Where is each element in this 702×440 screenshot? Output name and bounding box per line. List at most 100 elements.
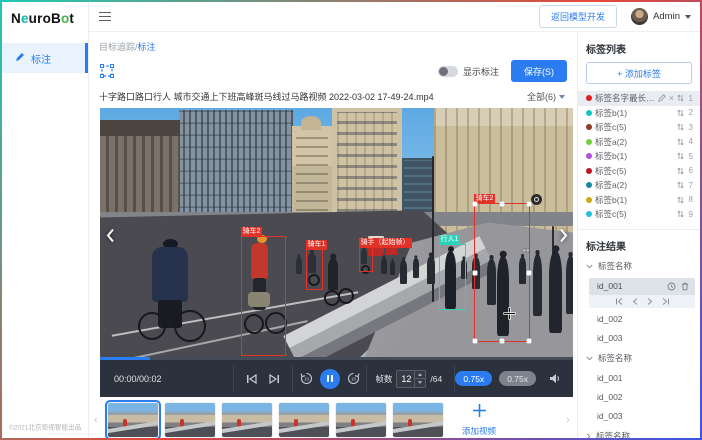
stepper-up-icon[interactable] [415, 371, 425, 380]
main-area: 目标追踪/标注 显示标注 保存( [89, 32, 577, 438]
result-item-selected[interactable]: id_001 [589, 278, 695, 295]
result-group-header[interactable]: 标签名称 [578, 256, 700, 277]
sort-label-icon[interactable] [677, 210, 684, 218]
label-row-icons: 4 [677, 137, 693, 146]
label-color-dot [586, 110, 592, 116]
sidebar-item-annotate[interactable]: 标注 [2, 43, 88, 73]
frame-stepper [414, 371, 425, 387]
show-annotation-toggle[interactable] [438, 66, 458, 77]
skip-to-start-button[interactable] [246, 374, 257, 384]
strip-prev-chevron[interactable]: ‹ [91, 414, 101, 426]
label-color-dot [586, 153, 592, 159]
breadcrumb-current[interactable]: 标注 [138, 42, 156, 52]
speed-pill-inactive[interactable]: 0.75x [499, 371, 536, 386]
delete-label-icon[interactable]: × [669, 94, 674, 102]
next-frame-icon[interactable] [647, 298, 653, 305]
forward-10-button[interactable]: 10 [347, 372, 360, 385]
resize-handle[interactable] [473, 339, 478, 344]
last-frame-icon[interactable] [662, 298, 670, 305]
delete-result-icon[interactable] [681, 282, 689, 291]
result-group-header[interactable]: 标签名称 [578, 426, 700, 439]
replay-10-button[interactable]: 10 [300, 372, 313, 385]
label-row[interactable]: 标签b(1)8 [578, 193, 700, 208]
label-row[interactable]: 标签c(5)9 [578, 207, 700, 222]
result-item[interactable]: id_003 [578, 329, 700, 348]
resize-handle[interactable] [473, 202, 478, 207]
label-index: 9 [687, 210, 693, 219]
edit-label-icon[interactable] [658, 94, 666, 102]
label-row[interactable]: 标签c(5)6 [578, 164, 700, 179]
annotation-bbox[interactable]: 行人1 [439, 244, 466, 310]
add-label-button[interactable]: + 添加标签 [586, 62, 692, 84]
back-to-model-dev-button[interactable]: 返回模型开发 [539, 5, 617, 28]
resize-handle[interactable] [527, 270, 532, 275]
pencil-icon [15, 52, 25, 65]
frame-number-value[interactable]: 12 [397, 374, 414, 384]
svg-text:10: 10 [304, 377, 310, 382]
label-row[interactable]: 标签c(5)3 [578, 120, 700, 135]
label-row[interactable]: 标签a(2)4 [578, 135, 700, 150]
history-icon[interactable] [667, 282, 676, 291]
scene-wheel [338, 288, 354, 304]
stepper-down-icon[interactable] [415, 379, 425, 387]
sort-label-icon[interactable] [677, 152, 684, 160]
rect-select-tool-icon[interactable] [99, 63, 115, 79]
video-thumbnail[interactable] [393, 403, 443, 437]
annotation-bbox[interactable]: 骑手（起始帧） [359, 247, 373, 272]
next-video-chevron[interactable] [556, 224, 570, 246]
sort-label-icon[interactable] [677, 181, 684, 189]
sort-label-icon[interactable] [677, 138, 684, 146]
user-menu[interactable]: Admin [631, 8, 691, 25]
volume-icon[interactable] [549, 373, 561, 384]
annotation-bbox[interactable]: 骑车1 [306, 249, 323, 290]
label-row[interactable]: 标签名字最长数...×1 [578, 91, 700, 106]
first-frame-icon[interactable] [615, 298, 623, 305]
sort-label-icon[interactable] [677, 109, 684, 117]
label-row[interactable]: 标签b(1)2 [578, 106, 700, 121]
chevron-down-icon [586, 264, 593, 269]
video-thumbnail[interactable] [165, 403, 215, 437]
result-item[interactable]: id_002 [578, 388, 700, 407]
label-color-dot [586, 95, 592, 101]
resize-handle[interactable] [500, 202, 505, 207]
box-action-icon[interactable] [531, 194, 542, 205]
strip-next-chevron[interactable]: › [563, 414, 573, 426]
frame-number-input[interactable]: 12 [396, 370, 426, 388]
annotation-bbox[interactable]: 骑车2 [241, 236, 286, 356]
prev-video-chevron[interactable] [103, 224, 117, 246]
sort-label-icon[interactable] [677, 196, 684, 204]
video-thumbnail[interactable] [336, 403, 386, 437]
prev-frame-icon[interactable] [632, 298, 638, 305]
video-thumbnail[interactable] [279, 403, 329, 437]
result-item[interactable]: id_001 [578, 369, 700, 388]
breadcrumb-parent[interactable]: 目标追踪 [99, 42, 135, 52]
video-canvas[interactable]: 骑车2骑车1骑手（起始帧）行人1骑车2 ↔ [100, 108, 573, 357]
label-row[interactable]: 标签a(2)7 [578, 178, 700, 193]
annotation-bbox[interactable]: 骑车2 [474, 203, 530, 342]
scene-person [533, 254, 542, 316]
sort-label-icon[interactable] [677, 167, 684, 175]
result-item[interactable]: id_002 [578, 310, 700, 329]
video-player: 骑车2骑车1骑手（起始帧）行人1骑车2 ↔ 00:00/00:02 [100, 108, 573, 397]
video-thumbnail[interactable] [108, 403, 158, 437]
video-filter-dropdown[interactable]: 全部(6) [527, 90, 565, 103]
label-row-icons: 5 [677, 152, 693, 161]
video-thumbnail[interactable] [222, 403, 272, 437]
menu-collapse-icon[interactable] [99, 12, 111, 22]
resize-handle[interactable] [473, 270, 478, 275]
save-button[interactable]: 保存(S) [511, 60, 567, 82]
label-row[interactable]: 标签b(1)5 [578, 149, 700, 164]
logo-letter: e [21, 11, 29, 26]
resize-handle[interactable] [500, 339, 505, 344]
resize-handle[interactable] [527, 339, 532, 344]
result-item[interactable]: id_003 [578, 407, 700, 426]
result-group-header[interactable]: 标签名称 [578, 348, 700, 369]
sort-label-icon[interactable] [677, 94, 684, 102]
crosshair-cursor [504, 308, 515, 319]
progress-bar[interactable] [100, 357, 573, 360]
add-video-button[interactable]: 添加视频 [450, 404, 508, 437]
skip-to-end-button[interactable] [269, 374, 280, 384]
pause-button[interactable] [320, 369, 340, 389]
speed-pill-active[interactable]: 0.75x [455, 371, 492, 386]
sort-label-icon[interactable] [677, 123, 684, 131]
